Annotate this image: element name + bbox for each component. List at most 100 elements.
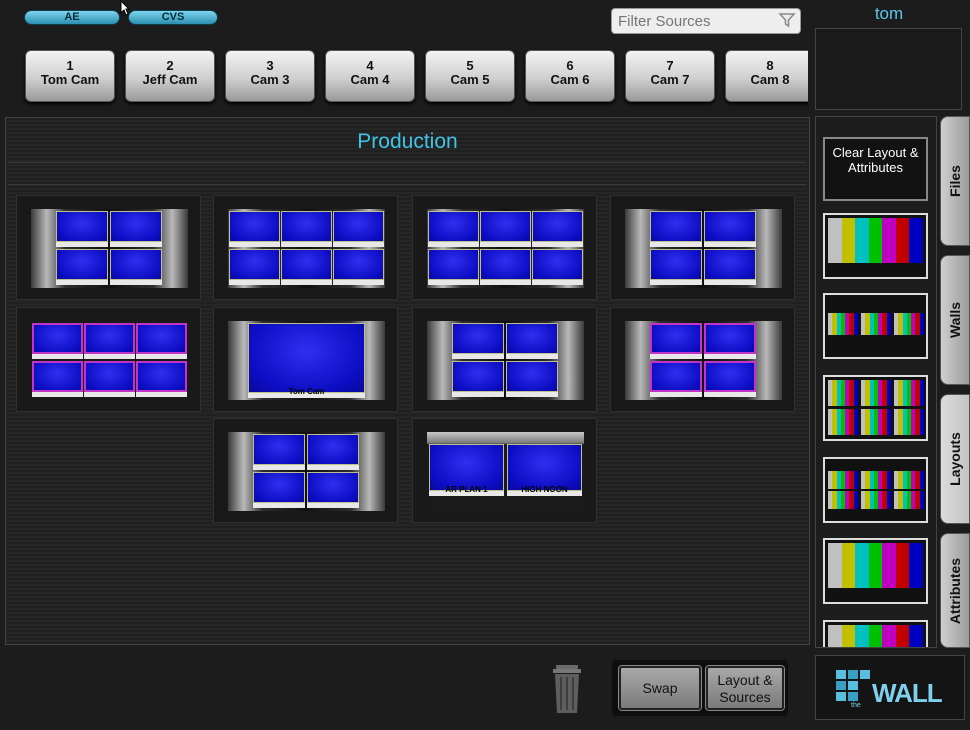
test-pattern	[861, 313, 891, 335]
source-name: Cam 5	[450, 72, 490, 87]
monitor: Tom Cam	[248, 323, 365, 398]
wall-preview	[228, 432, 385, 511]
monitor	[307, 472, 359, 508]
test-pattern	[861, 409, 891, 435]
source-button[interactable]: 6 Cam 6	[525, 50, 615, 102]
tab-label: Attributes	[947, 557, 963, 624]
monitor	[333, 211, 384, 247]
wall-logo-text: WALL	[872, 678, 943, 708]
source-number: 3	[266, 58, 274, 73]
tab-walls[interactable]: Walls	[940, 255, 970, 385]
workspace-title: Production	[357, 130, 458, 153]
monitor: HIGH NOON	[507, 444, 582, 496]
layout-tile[interactable]	[610, 195, 795, 300]
filter-icon[interactable]	[778, 11, 796, 29]
monitor: AR PLAN 1	[429, 444, 504, 496]
test-pattern	[894, 409, 924, 435]
layout-tile[interactable]	[16, 307, 201, 412]
title-divider	[8, 162, 806, 163]
source-button[interactable]: 8 Cam 8	[725, 50, 808, 102]
layout-thumbnail[interactable]	[823, 457, 928, 523]
monitor	[110, 249, 162, 285]
trash-icon[interactable]	[550, 663, 584, 715]
layout-sources-button[interactable]: Layout & Sources	[706, 666, 784, 710]
monitor	[281, 249, 332, 285]
layout-thumbnail[interactable]	[823, 538, 928, 604]
test-pattern	[861, 491, 891, 509]
tag-pill-ae[interactable]: AE	[24, 10, 120, 25]
wall-preview	[625, 209, 782, 288]
test-pattern	[894, 471, 924, 489]
monitor	[56, 249, 108, 285]
layout-thumbnail[interactable]	[823, 375, 928, 441]
wall-logo-icon: the	[836, 670, 870, 708]
monitor	[506, 323, 558, 359]
monitor	[650, 323, 702, 359]
monitor	[704, 211, 756, 247]
monitor	[84, 361, 135, 397]
swap-button[interactable]: Swap	[619, 666, 701, 710]
layout-tile[interactable]	[16, 195, 201, 300]
layout-tile[interactable]	[213, 418, 398, 523]
source-number: 2	[166, 58, 174, 73]
test-pattern	[828, 471, 858, 489]
tab-label: Walls	[947, 301, 963, 339]
wall-preview: AR PLAN 1 HIGH NOON	[427, 432, 584, 511]
layout-tile[interactable]	[213, 195, 398, 300]
wall-preview	[427, 321, 584, 400]
monitor	[480, 211, 531, 247]
tab-layouts[interactable]: Layouts	[940, 394, 970, 524]
source-button[interactable]: 5 Cam 5	[425, 50, 515, 102]
test-pattern	[894, 380, 924, 406]
source-number: 8	[766, 58, 774, 73]
monitor	[229, 249, 280, 285]
source-button[interactable]: 3 Cam 3	[225, 50, 315, 102]
source-number: 6	[566, 58, 574, 73]
monitor	[428, 249, 479, 285]
layout-tile[interactable]	[412, 307, 597, 412]
tab-label: Layouts	[947, 432, 963, 486]
tab-label: Files	[947, 165, 963, 197]
filter-sources-input[interactable]	[611, 8, 801, 34]
layout-tile[interactable]: Tom Cam	[213, 307, 398, 412]
monitor	[650, 361, 702, 397]
monitor-label: HIGH NOON	[521, 485, 568, 494]
monitor	[32, 361, 83, 397]
wall-preview	[427, 209, 584, 288]
layout-tile[interactable]	[610, 307, 795, 412]
layout-thumbnail[interactable]	[823, 213, 928, 279]
username-label: tom	[874, 4, 904, 23]
test-pattern	[828, 491, 858, 509]
source-number: 1	[66, 58, 74, 73]
layout-tile[interactable]	[412, 195, 597, 300]
layout-tile[interactable]: AR PLAN 1 HIGH NOON	[412, 418, 597, 523]
wall-preview	[31, 321, 188, 400]
monitor	[480, 249, 531, 285]
tab-attributes[interactable]: Attributes	[940, 533, 970, 648]
test-pattern	[828, 218, 924, 263]
monitor	[650, 211, 702, 247]
source-name: Cam 4	[350, 72, 390, 87]
monitor	[650, 249, 702, 285]
tag-pill-cvs[interactable]: CVS	[128, 10, 218, 25]
source-button[interactable]: 1 Tom Cam	[25, 50, 115, 102]
tab-files[interactable]: Files	[940, 116, 970, 246]
monitor	[229, 211, 280, 247]
monitor	[506, 361, 558, 397]
monitor	[532, 249, 583, 285]
monitor	[84, 323, 135, 359]
monitor-label: AR PLAN 1	[445, 485, 488, 494]
monitor	[704, 323, 756, 359]
clear-layout-button[interactable]: Clear Layout & Attributes	[823, 137, 928, 201]
source-button[interactable]: 7 Cam 7	[625, 50, 715, 102]
wall-preview	[625, 321, 782, 400]
source-button[interactable]: 4 Cam 4	[325, 50, 415, 102]
layout-thumbnail[interactable]	[823, 293, 928, 359]
monitor	[428, 211, 479, 247]
monitor	[136, 323, 187, 359]
source-button[interactable]: 2 Jeff Cam	[125, 50, 215, 102]
preview-panel	[815, 28, 962, 110]
svg-text:the: the	[851, 702, 861, 708]
wall-preview	[31, 209, 188, 288]
layout-thumbnail[interactable]	[823, 620, 928, 647]
